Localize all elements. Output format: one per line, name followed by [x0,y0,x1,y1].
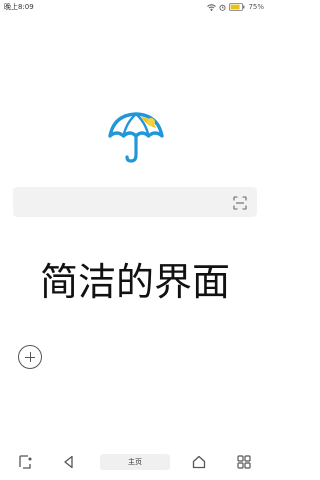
bottom-nav: 主页 [0,446,270,480]
wifi-icon [207,3,217,11]
search-input[interactable] [13,187,257,217]
apps-grid-icon[interactable] [236,454,252,470]
scan-icon[interactable] [233,195,247,210]
add-button[interactable] [18,345,42,369]
slogan-heading: 简洁的界面 [39,260,230,304]
home-icon[interactable] [191,454,207,470]
umbrella-icon [105,108,167,166]
back-icon[interactable] [61,454,77,470]
status-time: 晚上8:09 [4,3,34,11]
status-indicators: 75% [207,2,264,12]
tabs-icon[interactable] [17,454,33,470]
battery-icon [229,3,245,11]
home-tab[interactable]: 主页 [100,454,170,470]
battery-level: 75% [248,3,264,11]
status-bar: 晚上8:09 75% [0,0,270,14]
alarm-icon [219,4,226,11]
